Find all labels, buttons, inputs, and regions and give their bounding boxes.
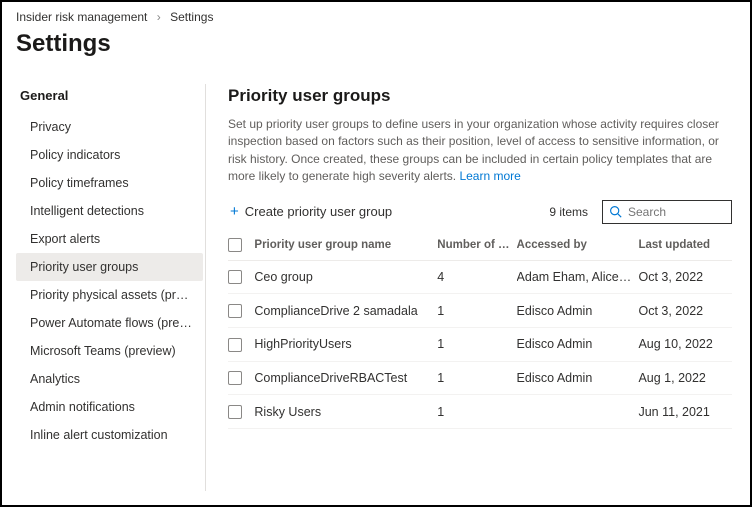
table-row[interactable]: ComplianceDrive 2 samadala1Edisco AdminO… bbox=[228, 294, 732, 328]
page-title: Settings bbox=[2, 26, 750, 72]
cell-updated: Aug 10, 2022 bbox=[638, 327, 732, 361]
command-bar: + Create priority user group 9 items bbox=[228, 190, 732, 230]
breadcrumb: Insider risk management › Settings bbox=[2, 2, 750, 26]
select-all-checkbox[interactable] bbox=[228, 238, 242, 252]
sidebar-item-priority-physical-assets-preview[interactable]: Priority physical assets (preview) bbox=[16, 281, 203, 309]
cell-members: 1 bbox=[437, 395, 516, 429]
sidebar-item-policy-indicators[interactable]: Policy indicators bbox=[16, 141, 203, 169]
priority-user-groups-table: Priority user group name Number of memb.… bbox=[228, 230, 732, 430]
column-header-select[interactable] bbox=[228, 230, 254, 261]
create-button-label: Create priority user group bbox=[245, 204, 392, 219]
breadcrumb-current: Settings bbox=[170, 10, 213, 24]
sidebar-item-export-alerts[interactable]: Export alerts bbox=[16, 225, 203, 253]
sidebar-item-policy-timeframes[interactable]: Policy timeframes bbox=[16, 169, 203, 197]
main-panel: Priority user groups Set up priority use… bbox=[206, 84, 736, 491]
section-description: Set up priority user groups to define us… bbox=[228, 116, 732, 190]
row-checkbox[interactable] bbox=[228, 371, 242, 385]
row-checkbox[interactable] bbox=[228, 405, 242, 419]
cell-accessed: Edisco Admin bbox=[517, 294, 639, 328]
sidebar-item-intelligent-detections[interactable]: Intelligent detections bbox=[16, 197, 203, 225]
cell-updated: Aug 1, 2022 bbox=[638, 361, 732, 395]
table-row[interactable]: HighPriorityUsers1Edisco AdminAug 10, 20… bbox=[228, 327, 732, 361]
cell-name[interactable]: ComplianceDriveRBACTest bbox=[254, 361, 437, 395]
row-checkbox[interactable] bbox=[228, 338, 242, 352]
cell-members: 1 bbox=[437, 327, 516, 361]
chevron-right-icon: › bbox=[157, 10, 161, 24]
column-header-accessed[interactable]: Accessed by bbox=[517, 230, 639, 261]
cell-accessed: Edisco Admin bbox=[517, 361, 639, 395]
row-checkbox[interactable] bbox=[228, 304, 242, 318]
table-row[interactable]: ComplianceDriveRBACTest1Edisco AdminAug … bbox=[228, 361, 732, 395]
create-priority-user-group-button[interactable]: + Create priority user group bbox=[228, 200, 394, 223]
cell-name[interactable]: ComplianceDrive 2 samadala bbox=[254, 294, 437, 328]
table-row[interactable]: Ceo group4Adam Eham, Alice DoeOct 3, 202… bbox=[228, 260, 732, 294]
column-header-updated[interactable]: Last updated bbox=[638, 230, 732, 261]
sidebar-item-priority-user-groups[interactable]: Priority user groups bbox=[16, 253, 203, 281]
cell-members: 1 bbox=[437, 294, 516, 328]
settings-sidebar: General PrivacyPolicy indicatorsPolicy t… bbox=[16, 84, 206, 491]
cell-accessed: Edisco Admin bbox=[517, 327, 639, 361]
cell-updated: Oct 3, 2022 bbox=[638, 260, 732, 294]
sidebar-item-inline-alert-customization[interactable]: Inline alert customization bbox=[16, 421, 203, 449]
item-count: 9 items bbox=[549, 205, 588, 219]
column-header-name[interactable]: Priority user group name bbox=[254, 230, 437, 261]
cell-accessed bbox=[517, 395, 639, 429]
cell-members: 4 bbox=[437, 260, 516, 294]
sidebar-item-power-automate-flows-preview[interactable]: Power Automate flows (preview) bbox=[16, 309, 203, 337]
breadcrumb-root[interactable]: Insider risk management bbox=[16, 10, 147, 24]
cell-updated: Jun 11, 2021 bbox=[638, 395, 732, 429]
sidebar-item-microsoft-teams-preview[interactable]: Microsoft Teams (preview) bbox=[16, 337, 203, 365]
column-header-members[interactable]: Number of memb... bbox=[437, 230, 516, 261]
cell-name[interactable]: HighPriorityUsers bbox=[254, 327, 437, 361]
cell-updated: Oct 3, 2022 bbox=[638, 294, 732, 328]
section-title: Priority user groups bbox=[228, 84, 732, 116]
search-icon bbox=[609, 205, 622, 218]
plus-icon: + bbox=[230, 204, 239, 219]
sidebar-section-header: General bbox=[16, 84, 203, 113]
cell-members: 1 bbox=[437, 361, 516, 395]
sidebar-item-admin-notifications[interactable]: Admin notifications bbox=[16, 393, 203, 421]
search-box[interactable] bbox=[602, 200, 732, 224]
row-checkbox[interactable] bbox=[228, 270, 242, 284]
cell-name[interactable]: Risky Users bbox=[254, 395, 437, 429]
search-input[interactable] bbox=[628, 205, 725, 219]
cell-name[interactable]: Ceo group bbox=[254, 260, 437, 294]
table-row[interactable]: Risky Users1 Jun 11, 2021 bbox=[228, 395, 732, 429]
cell-accessed: Adam Eham, Alice Doe bbox=[517, 260, 639, 294]
sidebar-item-privacy[interactable]: Privacy bbox=[16, 113, 203, 141]
sidebar-item-analytics[interactable]: Analytics bbox=[16, 365, 203, 393]
learn-more-link[interactable]: Learn more bbox=[459, 169, 520, 183]
